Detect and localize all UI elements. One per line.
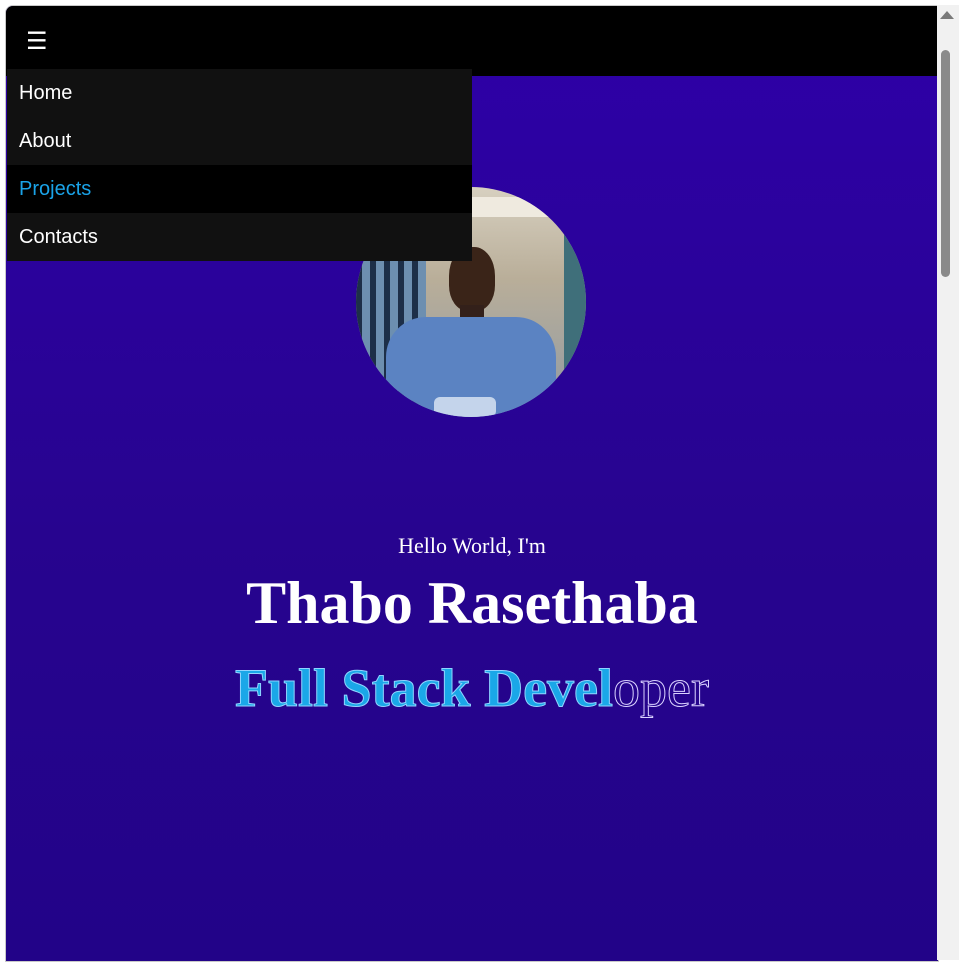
hero-greeting: Hello World, I'm bbox=[398, 533, 546, 558]
browser-viewport: ☰ Home About Projects Contacts Hello Wor… bbox=[5, 5, 939, 962]
photo-right-wall bbox=[564, 227, 586, 417]
hero-name: Thabo Rasethaba bbox=[246, 570, 698, 636]
menu-item-contacts[interactable]: Contacts bbox=[7, 213, 472, 261]
menu-item-projects[interactable]: Projects bbox=[7, 165, 472, 213]
photo-shirt-print bbox=[434, 397, 496, 417]
menu-item-about[interactable]: About bbox=[7, 117, 472, 165]
hamburger-icon[interactable]: ☰ bbox=[26, 26, 48, 56]
top-navbar: ☰ bbox=[6, 6, 938, 76]
navigation-menu: Home About Projects Contacts bbox=[7, 69, 472, 261]
menu-item-home[interactable]: Home bbox=[7, 69, 472, 117]
vertical-scrollbar[interactable] bbox=[937, 5, 959, 960]
hero-role: Full Stack Developer bbox=[6, 656, 938, 720]
hero-role-rest: oper bbox=[613, 658, 710, 719]
hero-role-typed: Full Stack Devel bbox=[235, 658, 614, 719]
scroll-thumb[interactable] bbox=[941, 50, 950, 277]
scroll-up-arrow-icon[interactable] bbox=[940, 11, 954, 19]
